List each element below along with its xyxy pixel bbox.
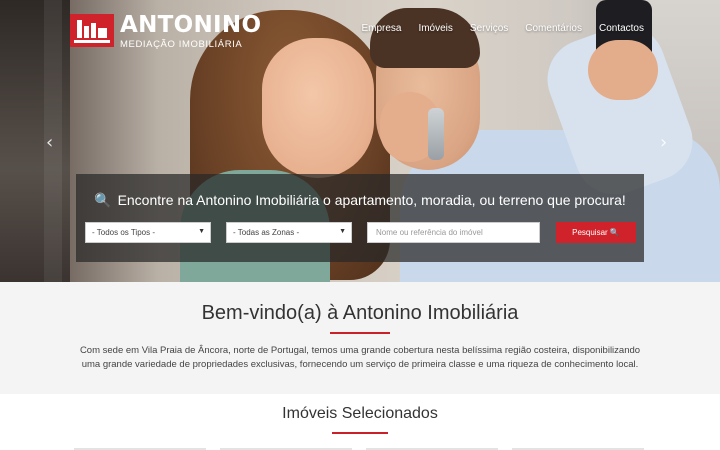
logo-text: ANTONINO MEDIAÇÃO IMOBILIÁRIA xyxy=(120,14,261,50)
welcome-section: Bem-vindo(a) à Antonino Imobiliária Com … xyxy=(0,282,720,394)
property-search-input[interactable]: Nome ou referência do imóvel xyxy=(367,222,540,243)
search-icon: 🔍 xyxy=(609,228,620,237)
nav-item-contactos[interactable]: Contactos xyxy=(599,23,644,34)
main-nav: Empresa Imóveis Serviços Comentários Con… xyxy=(344,23,644,34)
property-type-value: - Todos os Tipos - xyxy=(92,228,155,237)
search-icon: 🔍 xyxy=(94,192,112,208)
logo-icon xyxy=(70,14,114,47)
hero-photo-phone-hand xyxy=(588,40,658,100)
featured-title: Imóveis Selecionados xyxy=(282,405,438,422)
welcome-title: Bem-vindo(a) à Antonino Imobiliária xyxy=(201,302,519,324)
hero-background-wall xyxy=(0,0,70,282)
search-button[interactable]: Pesquisar 🔍 xyxy=(556,222,636,243)
nav-item-comentarios[interactable]: Comentários xyxy=(525,23,582,34)
hero-photo-man-hair xyxy=(370,8,480,68)
hero-photo-keys xyxy=(428,108,444,160)
search-title: 🔍 Encontre na Antonino Imobiliária o apa… xyxy=(76,192,644,209)
divider xyxy=(330,332,390,334)
zone-value: - Todas as Zonas - xyxy=(233,228,300,237)
hero-photo-woman-face xyxy=(262,38,374,178)
brand-name: ANTONINO xyxy=(120,12,262,38)
search-button-label: Pesquisar xyxy=(572,228,608,237)
chevron-down-icon: ▼ xyxy=(198,228,205,235)
chevron-down-icon: ▼ xyxy=(339,228,346,235)
divider xyxy=(332,432,388,434)
zone-select[interactable]: - Todas as Zonas - ▼ xyxy=(226,222,352,243)
property-type-select[interactable]: - Todos os Tipos - ▼ xyxy=(85,222,211,243)
brand-logo[interactable]: ANTONINO MEDIAÇÃO IMOBILIÁRIA xyxy=(70,14,261,50)
nav-item-servicos[interactable]: Serviços xyxy=(470,23,508,34)
nav-item-empresa[interactable]: Empresa xyxy=(361,23,401,34)
nav-item-imoveis[interactable]: Imóveis xyxy=(418,23,452,34)
featured-section: Imóveis Selecionados xyxy=(0,394,720,450)
slider-next-arrow-icon[interactable]: › xyxy=(660,132,667,153)
slider-prev-arrow-icon[interactable]: ‹ xyxy=(46,132,53,153)
welcome-text: Com sede em Vila Praia de Âncora, norte … xyxy=(79,345,641,370)
hero-slider: ANTONINO MEDIAÇÃO IMOBILIÁRIA Empresa Im… xyxy=(0,0,720,282)
brand-subtitle: MEDIAÇÃO IMOBILIÁRIA xyxy=(120,39,243,50)
search-panel: 🔍 Encontre na Antonino Imobiliária o apa… xyxy=(76,174,644,262)
search-title-text: Encontre na Antonino Imobiliária o apart… xyxy=(117,192,626,208)
